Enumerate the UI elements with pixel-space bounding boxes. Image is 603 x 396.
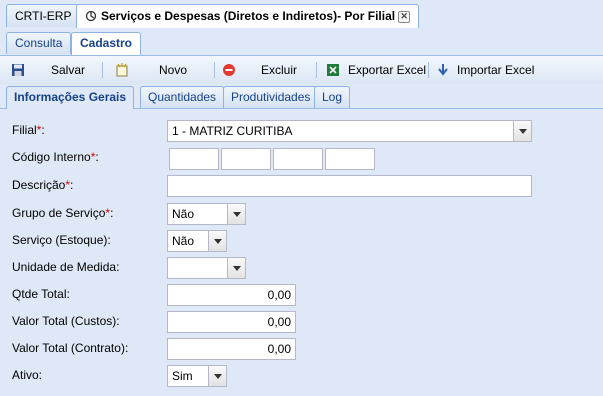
tab-label: Cadastro bbox=[80, 36, 133, 50]
tab-label: Informações Gerais bbox=[14, 90, 127, 104]
tab-label: Consulta bbox=[15, 36, 63, 50]
filial-value: 1 - MATRIZ CURITIBA bbox=[172, 124, 293, 138]
chevron-down-icon[interactable] bbox=[227, 258, 245, 278]
tab-consulta[interactable]: Consulta bbox=[6, 32, 72, 54]
form-panel: Filial*: 1 - MATRIZ CURITIBA Código Inte… bbox=[0, 109, 603, 396]
export-label: Exportar Excel bbox=[348, 63, 427, 77]
save-icon bbox=[12, 64, 24, 76]
chevron-down-icon[interactable] bbox=[208, 366, 226, 386]
toolbar: Salvar Novo Excluir Exportar Excel Impor… bbox=[0, 56, 603, 85]
excel-icon bbox=[327, 64, 339, 76]
servico-estoque-value: Não bbox=[172, 234, 195, 248]
qtde-total-label: Qtde Total: bbox=[12, 287, 70, 301]
codigo-interno-part-1[interactable] bbox=[169, 148, 219, 170]
tab-label: Quantidades bbox=[148, 90, 217, 104]
import-label: Importar Excel bbox=[457, 63, 535, 77]
ativo-select[interactable]: Sim bbox=[167, 365, 227, 387]
toolbar-separator bbox=[428, 62, 429, 78]
grupo-servico-select[interactable]: Não bbox=[167, 203, 246, 225]
filial-label: Filial*: bbox=[12, 123, 45, 137]
valor-custos-input[interactable]: 0,00 bbox=[167, 311, 296, 333]
unidade-medida-select[interactable] bbox=[167, 257, 246, 279]
descricao-label: Descrição*: bbox=[12, 178, 74, 192]
codigo-interno-part-2[interactable] bbox=[221, 148, 271, 170]
ativo-value: Sim bbox=[172, 369, 193, 383]
chevron-down-icon[interactable] bbox=[513, 121, 531, 141]
tab-cadastro[interactable]: Cadastro bbox=[71, 32, 142, 55]
tab-crti-erp[interactable]: CRTI-ERP bbox=[6, 4, 81, 27]
toolbar-separator bbox=[316, 62, 317, 78]
save-label: Salvar bbox=[51, 63, 86, 77]
toolbar-separator bbox=[102, 62, 103, 78]
toolbar-separator bbox=[214, 62, 215, 78]
new-label: Novo bbox=[159, 63, 188, 77]
tab-servicos-despesas[interactable]: Serviços e Despesas (Diretos e Indiretos… bbox=[76, 4, 420, 28]
app-tab-bar: CRTI-ERP Serviços e Despesas (Diretos e … bbox=[0, 0, 603, 29]
servico-estoque-label: Serviço (Estoque): bbox=[12, 233, 111, 247]
delete-label: Excluir bbox=[261, 63, 298, 77]
codigo-interno-part-4[interactable] bbox=[325, 148, 375, 170]
new-button[interactable]: Novo bbox=[113, 59, 203, 81]
view-tab-bar: Consulta Cadastro bbox=[0, 28, 603, 56]
tab-label: CRTI-ERP bbox=[15, 9, 72, 23]
download-arrow-icon bbox=[438, 64, 448, 76]
servico-estoque-select[interactable]: Não bbox=[167, 230, 227, 252]
grupo-servico-label: Grupo de Serviço*: bbox=[12, 206, 114, 220]
qtde-total-input[interactable]: 0,00 bbox=[167, 284, 296, 306]
chevron-down-icon[interactable] bbox=[208, 231, 226, 251]
delete-icon bbox=[223, 64, 235, 76]
new-document-icon bbox=[116, 63, 128, 77]
codigo-interno-label: Código Interno*: bbox=[12, 150, 99, 164]
tab-label: Produtividades bbox=[231, 90, 311, 104]
ativo-label: Ativo: bbox=[12, 368, 43, 382]
tab-produtividades[interactable]: Produtividades bbox=[223, 86, 319, 108]
valor-custos-label: Valor Total (Custos): bbox=[12, 314, 120, 328]
form-tab-bar: Informações Gerais Quantidades Produtivi… bbox=[0, 84, 603, 109]
delete-button[interactable]: Excluir bbox=[222, 59, 307, 81]
codigo-interno-part-3[interactable] bbox=[273, 148, 323, 170]
tab-log[interactable]: Log bbox=[314, 86, 351, 108]
tab-label: Log bbox=[322, 90, 343, 104]
export-excel-button[interactable]: Exportar Excel bbox=[326, 59, 427, 81]
chevron-down-icon[interactable] bbox=[227, 204, 245, 224]
tab-informacoes-gerais[interactable]: Informações Gerais bbox=[6, 86, 135, 109]
filial-select[interactable]: 1 - MATRIZ CURITIBA bbox=[167, 120, 532, 142]
descricao-input[interactable] bbox=[167, 175, 532, 197]
module-icon bbox=[85, 7, 97, 22]
grupo-servico-value: Não bbox=[172, 207, 195, 221]
unidade-medida-label: Unidade de Medida: bbox=[12, 260, 120, 274]
import-excel-button[interactable]: Importar Excel bbox=[436, 59, 536, 81]
tab-quantidades[interactable]: Quantidades bbox=[140, 86, 225, 108]
tab-label: Serviços e Despesas (Diretos e Indiretos… bbox=[101, 9, 396, 23]
valor-contrato-label: Valor Total (Contrato): bbox=[12, 341, 129, 355]
close-icon[interactable]: ✕ bbox=[398, 11, 411, 23]
save-button[interactable]: Salvar bbox=[9, 59, 99, 81]
valor-contrato-input[interactable]: 0,00 bbox=[167, 338, 296, 360]
